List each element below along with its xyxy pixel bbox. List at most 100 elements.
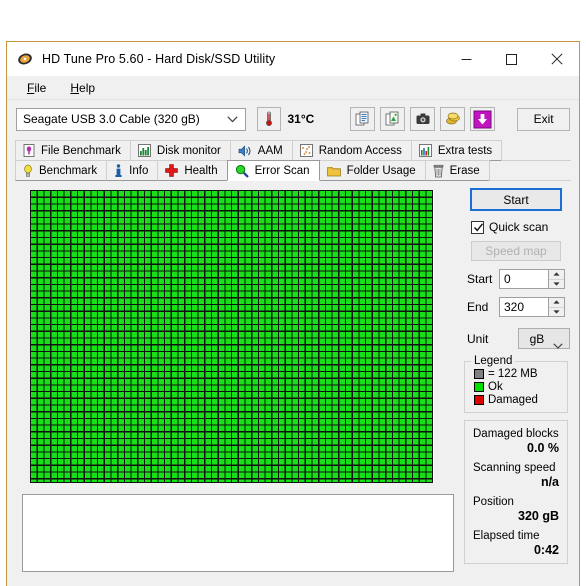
menu-item-file[interactable]: File — [15, 79, 58, 97]
title-bar: HD Tune Pro 5.60 - Hard Disk/SSD Utility — [7, 42, 579, 76]
close-button[interactable] — [534, 42, 579, 76]
stat-label-damaged-blocks: Damaged blocks — [473, 428, 559, 440]
temperature-value: 31°C — [287, 112, 315, 126]
info-icon — [114, 163, 123, 178]
quick-scan-row[interactable]: Quick scan — [471, 220, 570, 234]
stat-value-scanning-speed: n/a — [540, 475, 559, 489]
tab-health[interactable]: Health — [157, 160, 228, 181]
tab-health-label: Health — [184, 164, 218, 177]
legend-item-block-size: = 122 MB — [474, 368, 567, 380]
legend-swatch-green — [474, 382, 484, 392]
end-spin-down[interactable] — [549, 308, 564, 317]
legend-group: Legend = 122 MB Ok Damaged — [464, 355, 568, 413]
quick-scan-label: Quick scan — [489, 220, 549, 234]
stat-value-position: 320 gB — [518, 509, 559, 523]
legend-swatch-gray — [474, 369, 484, 379]
start-field-row: Start 0 — [467, 269, 570, 289]
error-scan-panel: Start Quick scan Speed map Start 0 End 3… — [7, 181, 579, 577]
legend-title: Legend — [471, 355, 516, 367]
drive-select-value: Seagate USB 3.0 Cable (320 gB) — [23, 112, 200, 126]
tab-file-benchmark-label: File Benchmark — [41, 144, 121, 157]
end-spin-buttons[interactable] — [549, 297, 565, 317]
chevron-down-icon — [553, 336, 563, 354]
tab-erase[interactable]: Erase — [424, 160, 490, 181]
legend-label-ok: Ok — [488, 381, 503, 393]
end-field-row: End 320 — [467, 297, 570, 317]
tab-disk-monitor-label: Disk monitor — [156, 144, 221, 157]
extra-tests-icon — [418, 144, 432, 157]
menu-item-file-rest: ile — [34, 80, 47, 95]
unit-select[interactable]: gB — [517, 328, 570, 349]
start-spin-up[interactable] — [549, 270, 564, 279]
copy-text-icon[interactable] — [350, 107, 376, 131]
random-access-icon — [299, 144, 313, 157]
window-controls — [444, 42, 579, 76]
tab-file-benchmark[interactable]: File Benchmark — [15, 140, 131, 161]
legend-item-damaged: Damaged — [474, 394, 567, 406]
hd-tune-pro-window: HD Tune Pro 5.60 - Hard Disk/SSD Utility… — [6, 41, 580, 586]
unit-field-label: Unit — [467, 331, 489, 346]
quick-scan-checkbox[interactable] — [471, 220, 484, 234]
folder-icon — [326, 165, 341, 177]
tab-aam[interactable]: AAM — [229, 140, 293, 161]
drive-select[interactable]: Seagate USB 3.0 Cable (320 gB) — [16, 107, 246, 131]
lightbulb-icon — [23, 164, 33, 178]
trash-icon — [433, 164, 444, 178]
tab-extra-tests-label: Extra tests — [437, 144, 493, 157]
tab-row-2-filler — [488, 160, 571, 181]
start-spin-buttons[interactable] — [549, 269, 565, 289]
start-button[interactable]: Start — [470, 188, 562, 211]
stat-label-scanning-speed: Scanning speed — [473, 462, 556, 474]
tab-benchmark[interactable]: Benchmark — [15, 160, 108, 181]
copy-image-icon[interactable] — [380, 107, 406, 131]
exit-button[interactable]: Exit — [517, 107, 570, 131]
block-map-grid — [30, 190, 433, 483]
scan-log-box[interactable] — [22, 494, 454, 572]
toolbar-button-group — [350, 107, 496, 131]
start-spin-down[interactable] — [549, 280, 564, 289]
legend-item-ok: Ok — [474, 381, 567, 393]
camera-icon[interactable] — [410, 107, 436, 131]
start-spinner[interactable]: 0 — [499, 269, 565, 289]
thermometer-icon — [256, 107, 281, 131]
tab-row-2: Benchmark Info Health Error Scan Folder … — [15, 160, 571, 181]
tab-extra-tests[interactable]: Extra tests — [410, 140, 503, 161]
unit-field-row: Unit gB — [467, 328, 570, 349]
window-title: HD Tune Pro 5.60 - Hard Disk/SSD Utility — [42, 52, 276, 66]
scan-controls-panel: Start Quick scan Speed map Start 0 End 3… — [462, 185, 570, 564]
magnifier-icon — [235, 164, 249, 178]
tab-info[interactable]: Info — [106, 160, 159, 181]
end-spin-up[interactable] — [549, 298, 564, 307]
tab-bar: File Benchmark Disk monitor AAM Random A… — [7, 138, 579, 181]
end-spinner[interactable]: 320 — [499, 297, 565, 317]
legend-label-damaged: Damaged — [488, 394, 538, 406]
tab-random-access-label: Random Access — [318, 144, 402, 157]
error-scan-block-map[interactable] — [30, 190, 434, 483]
coins-icon[interactable] — [440, 107, 466, 131]
tab-row-1-filler — [501, 140, 571, 161]
stat-value-damaged-blocks: 0.0 % — [527, 441, 559, 455]
disk-monitor-icon — [137, 144, 151, 157]
menu-bar: File Help — [7, 76, 579, 100]
start-input[interactable]: 0 — [499, 269, 549, 289]
stat-value-elapsed-time: 0:42 — [533, 543, 559, 557]
speed-map-button: Speed map — [471, 241, 561, 261]
scan-stats-group: Damaged blocks 0.0 % Scanning speed n/a … — [464, 420, 568, 564]
tab-error-scan[interactable]: Error Scan — [226, 160, 320, 181]
menu-item-help[interactable]: Help — [58, 79, 107, 97]
maximize-button[interactable] — [489, 42, 534, 76]
file-benchmark-icon — [23, 144, 35, 157]
minimize-button[interactable] — [444, 42, 489, 76]
end-input[interactable]: 320 — [499, 297, 549, 317]
tab-disk-monitor[interactable]: Disk monitor — [129, 140, 231, 161]
end-field-label: End — [467, 300, 489, 314]
tab-aam-label: AAM — [257, 144, 283, 157]
tab-error-scan-label: Error Scan — [254, 164, 310, 177]
hard-disk-icon — [17, 51, 33, 67]
toolbar: Seagate USB 3.0 Cable (320 gB) 31°C Exit — [7, 100, 579, 138]
download-arrow-icon[interactable] — [470, 107, 496, 131]
menu-item-help-rest: elp — [79, 80, 96, 95]
tab-folder-usage[interactable]: Folder Usage — [318, 160, 426, 181]
tab-random-access[interactable]: Random Access — [291, 140, 412, 161]
red-cross-icon — [165, 164, 179, 177]
